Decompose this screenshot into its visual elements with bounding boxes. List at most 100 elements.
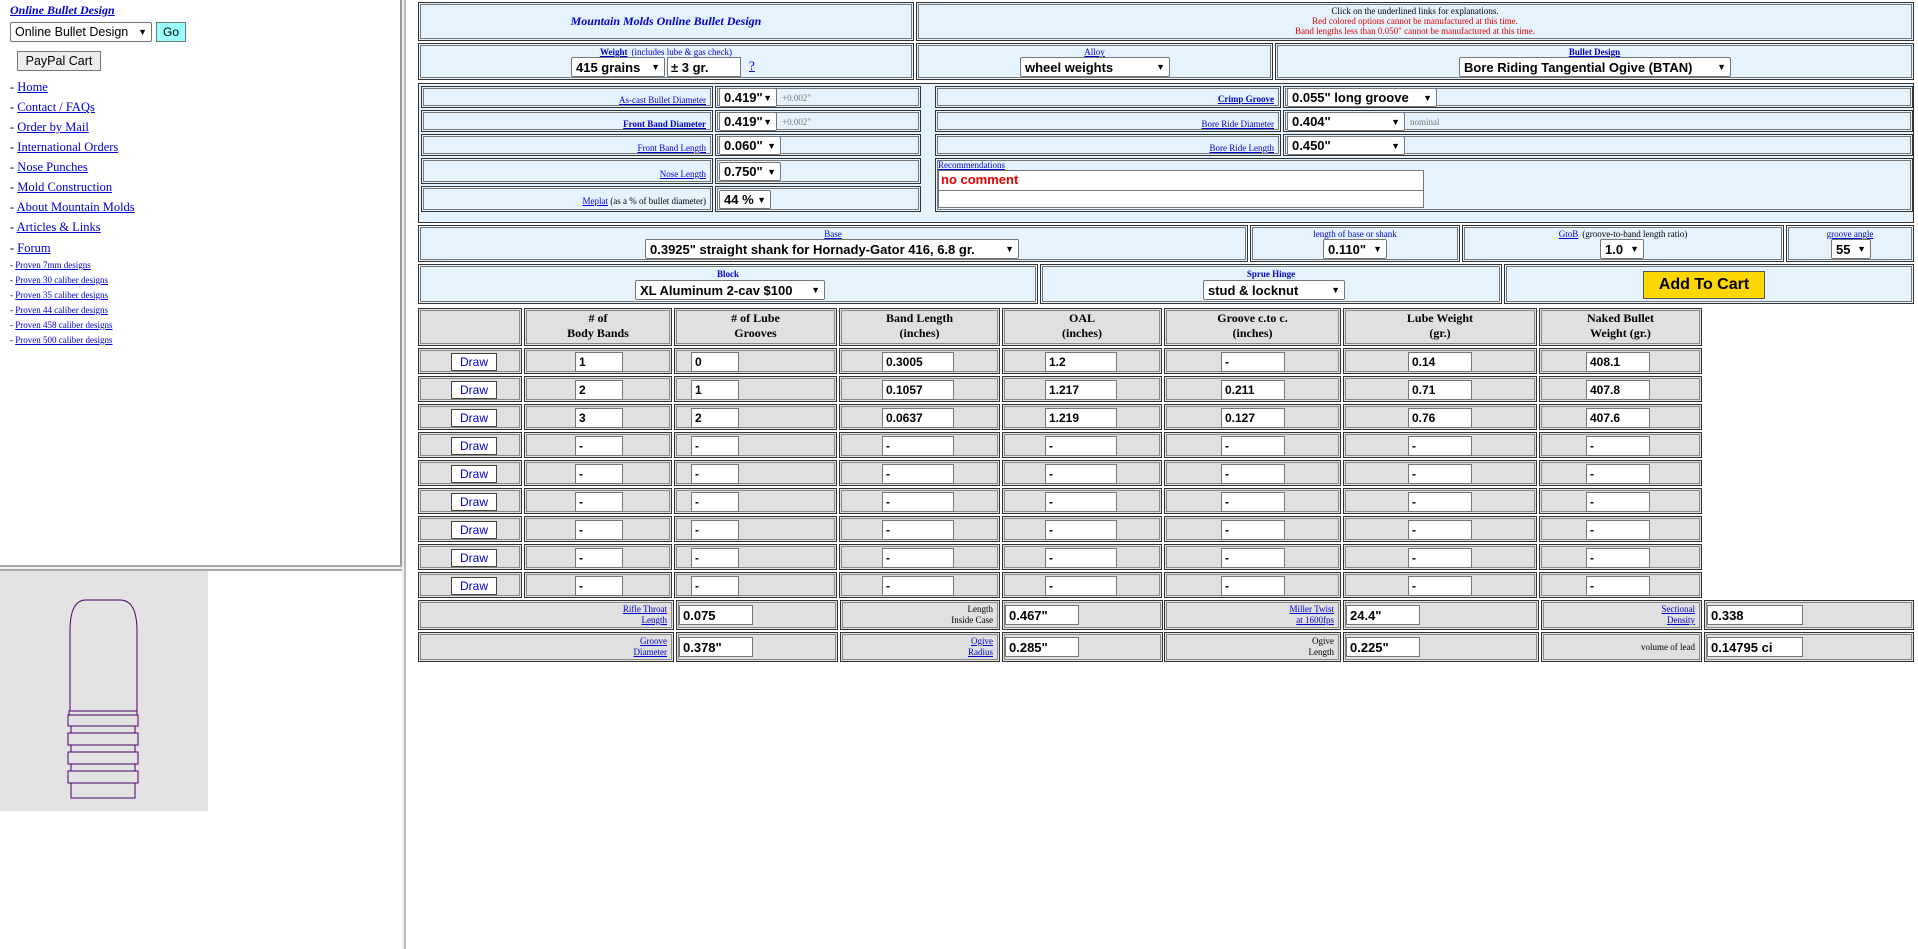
base-link[interactable]: Base <box>824 229 842 239</box>
nav-link[interactable]: Contact / FAQs <box>17 100 95 114</box>
table-cell-input[interactable]: - <box>1045 464 1117 484</box>
stat-value-field[interactable]: 0.378" <box>679 637 753 657</box>
table-cell-input[interactable]: 1.2 <box>1045 352 1117 372</box>
stat-label[interactable]: Sectional <box>1662 604 1696 614</box>
table-cell-input[interactable]: 1 <box>575 352 623 372</box>
draw-button[interactable]: Draw <box>451 381 497 399</box>
nav-link[interactable]: International Orders <box>17 140 118 154</box>
table-cell-input[interactable]: - <box>691 436 739 456</box>
weight-link[interactable]: Weight <box>600 47 628 57</box>
table-cell-input[interactable]: - <box>575 548 623 568</box>
table-cell-input[interactable]: - <box>1221 464 1285 484</box>
nav-link[interactable]: Home <box>17 80 48 94</box>
draw-button[interactable]: Draw <box>451 409 497 427</box>
nav-link[interactable]: Nose Punches <box>17 160 87 174</box>
table-cell-input[interactable]: - <box>691 548 739 568</box>
nav-link[interactable]: Forum <box>17 241 50 255</box>
table-cell-input[interactable]: - <box>691 520 739 540</box>
stat-label-2[interactable]: Length <box>642 615 668 625</box>
stat-label[interactable]: Ogive <box>971 636 993 646</box>
crimp-link[interactable]: Crimp Groove <box>1218 94 1274 105</box>
stat-label-2[interactable]: Radius <box>968 647 993 657</box>
table-cell-input[interactable]: - <box>575 436 623 456</box>
table-cell-input[interactable]: - <box>1586 548 1650 568</box>
stat-label[interactable]: Groove <box>640 636 667 646</box>
table-cell-input[interactable]: 0.211 <box>1221 380 1285 400</box>
table-cell-input[interactable]: - <box>1408 492 1472 512</box>
table-cell-input[interactable]: - <box>1045 492 1117 512</box>
table-cell-input[interactable]: - <box>1408 520 1472 540</box>
gtob-link[interactable]: GtoB <box>1559 229 1579 239</box>
stat-label-2[interactable]: Density <box>1667 615 1695 625</box>
go-button[interactable]: Go <box>156 22 186 42</box>
nav-link[interactable]: Articles & Links <box>17 220 101 234</box>
table-cell-input[interactable]: - <box>882 464 954 484</box>
meplat-select[interactable]: 44 % ▼ <box>719 190 771 209</box>
table-cell-input[interactable]: - <box>882 548 954 568</box>
meplat-link[interactable]: Meplat <box>583 196 609 206</box>
crimp-select[interactable]: 0.055" long groove ▼ <box>1287 88 1437 107</box>
draw-button[interactable]: Draw <box>451 577 497 595</box>
noselen-link[interactable]: Nose Length <box>660 169 706 180</box>
stat-label[interactable]: Miller Twist <box>1290 604 1334 614</box>
table-cell-input[interactable]: - <box>691 492 739 512</box>
table-cell-input[interactable]: - <box>1221 520 1285 540</box>
table-cell-input[interactable]: - <box>882 436 954 456</box>
boreride-link[interactable]: Bore Ride Diameter <box>1202 119 1274 130</box>
table-cell-input[interactable]: 1.217 <box>1045 380 1117 400</box>
table-cell-input[interactable]: - <box>1586 492 1650 512</box>
proven-link[interactable]: Proven 35 caliber designs <box>15 290 108 300</box>
table-cell-input[interactable]: - <box>1408 436 1472 456</box>
gtob-select[interactable]: 1.0 ▼ <box>1600 239 1644 259</box>
frontbandlen-link[interactable]: Front Band Length <box>638 143 707 154</box>
page-select[interactable]: Online Bullet Design ▼ <box>10 22 152 42</box>
sprue-select[interactable]: stud & locknut ▼ <box>1203 280 1345 300</box>
stat-value-field[interactable]: 0.075 <box>679 605 753 625</box>
table-cell-input[interactable]: - <box>882 520 954 540</box>
table-cell-input[interactable]: 0.76 <box>1408 408 1472 428</box>
ascast-link[interactable]: As-cast Bullet Diameter <box>619 95 706 106</box>
table-cell-input[interactable]: - <box>1045 548 1117 568</box>
ascast-select[interactable]: 0.419" ▼ <box>719 88 777 107</box>
nav-link[interactable]: Mold Construction <box>17 180 112 194</box>
table-cell-input[interactable]: - <box>575 464 623 484</box>
weight-select[interactable]: 415 grains ▼ <box>571 57 665 77</box>
table-cell-input[interactable]: - <box>1408 576 1472 596</box>
borelen-link[interactable]: Bore Ride Length <box>1210 143 1275 154</box>
add-to-cart-button[interactable]: Add To Cart <box>1643 271 1765 299</box>
table-cell-input[interactable]: - <box>882 576 954 596</box>
table-cell-input[interactable]: 3 <box>575 408 623 428</box>
table-cell-input[interactable]: 0.14 <box>1408 352 1472 372</box>
table-cell-input[interactable]: - <box>1586 464 1650 484</box>
draw-button[interactable]: Draw <box>451 493 497 511</box>
stat-value-field[interactable]: 0.225" <box>1346 637 1420 657</box>
table-cell-input[interactable]: - <box>1221 548 1285 568</box>
recommendations-link[interactable]: Recommendations <box>938 160 1005 170</box>
noselen-select[interactable]: 0.750" ▼ <box>719 162 781 181</box>
table-cell-input[interactable]: 0.0637 <box>882 408 954 428</box>
table-cell-input[interactable]: - <box>1045 436 1117 456</box>
paypal-cart-button[interactable]: PayPal Cart <box>17 51 101 71</box>
draw-button[interactable]: Draw <box>451 521 497 539</box>
table-cell-input[interactable]: 2 <box>691 408 739 428</box>
table-cell-input[interactable]: 0.1057 <box>882 380 954 400</box>
proven-link[interactable]: Proven 30 caliber designs <box>15 275 108 285</box>
shank-select[interactable]: 0.110" ▼ <box>1323 239 1387 259</box>
table-cell-input[interactable]: - <box>575 520 623 540</box>
table-cell-input[interactable]: - <box>691 576 739 596</box>
nav-link[interactable]: Order by Mail <box>17 120 89 134</box>
frontband-link[interactable]: Front Band Diameter <box>623 119 706 130</box>
draw-button[interactable]: Draw <box>451 465 497 483</box>
base-select[interactable]: 0.3925" straight shank for Hornady-Gator… <box>645 239 1019 259</box>
table-cell-input[interactable]: - <box>575 576 623 596</box>
table-cell-input[interactable]: - <box>1408 464 1472 484</box>
table-cell-input[interactable]: - <box>1221 436 1285 456</box>
angle-select[interactable]: 55 ▼ <box>1831 239 1871 259</box>
table-cell-input[interactable]: 2 <box>575 380 623 400</box>
stat-value-field[interactable]: 0.467" <box>1005 605 1079 625</box>
table-cell-input[interactable]: 1 <box>691 380 739 400</box>
proven-link[interactable]: Proven 7mm designs <box>15 260 91 270</box>
borelen-select[interactable]: 0.450" ▼ <box>1287 136 1405 155</box>
proven-link[interactable]: Proven 500 caliber designs <box>15 335 112 345</box>
alloy-select[interactable]: wheel weights ▼ <box>1020 57 1170 77</box>
